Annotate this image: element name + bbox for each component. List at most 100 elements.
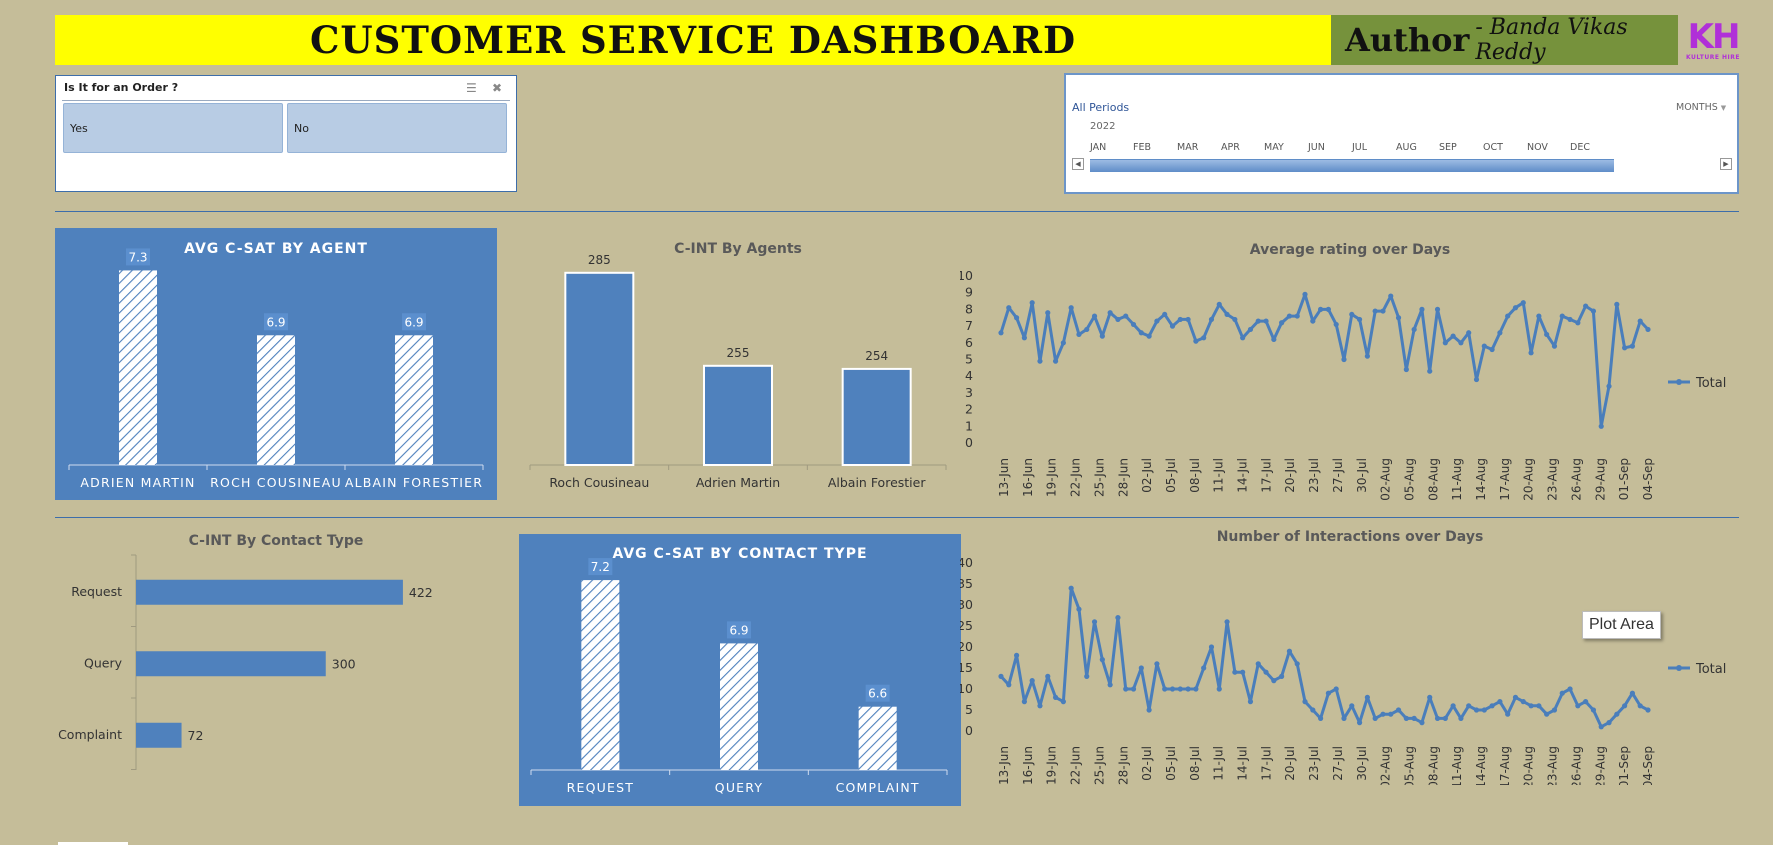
data-point xyxy=(1622,703,1628,709)
logo-mark: KH xyxy=(1687,16,1741,57)
bar xyxy=(841,367,912,466)
data-point xyxy=(1294,661,1300,667)
category-label: REQUEST xyxy=(567,780,634,795)
avg-csat-contact-chart: AVG C-SAT BY CONTACT TYPE 7.2 REQUEST 6.9 Q… xyxy=(519,534,961,806)
bar xyxy=(395,335,433,465)
y-tick-label: 1 xyxy=(965,418,973,433)
timeline-month[interactable]: JUL xyxy=(1352,142,1367,153)
data-label: 6.6 xyxy=(868,687,887,701)
cint-agents-chart: C-INT By Agents 285 Roch Cousineau 255 Adri… xyxy=(529,241,947,490)
data-point xyxy=(1247,326,1254,333)
data-label: 72 xyxy=(188,728,204,743)
legend-marker xyxy=(1676,379,1682,385)
data-point xyxy=(1138,665,1144,671)
y-tick-label: 20 xyxy=(960,639,973,654)
data-point xyxy=(1045,310,1051,316)
timeline-month[interactable]: OCT xyxy=(1483,142,1503,153)
timeline-selection-bar[interactable] xyxy=(1090,159,1614,172)
category-label: COMPLAINT xyxy=(836,780,920,795)
legend-marker xyxy=(1676,665,1682,671)
data-point xyxy=(1333,686,1339,692)
data-point xyxy=(1099,657,1105,663)
x-tick-label: 20-Aug xyxy=(1522,458,1536,501)
timeline-month[interactable]: JUN xyxy=(1308,142,1325,153)
data-point xyxy=(1590,707,1597,713)
clear-filter-icon[interactable]: ✖ xyxy=(492,81,502,95)
author-banner: Author - Banda Vikas Reddy xyxy=(1331,15,1678,65)
x-tick-label: 16-Jun xyxy=(1021,746,1035,785)
data-point xyxy=(1372,308,1378,314)
order-slicer: Is It for an Order ? ☰ ✖ Yes No xyxy=(55,75,517,192)
data-point xyxy=(1622,345,1628,351)
data-point xyxy=(1333,321,1339,328)
data-point xyxy=(1606,720,1612,726)
chart-title: AVG C-SAT BY CONTACT TYPE xyxy=(612,546,867,562)
data-point xyxy=(1123,686,1129,692)
category-label: Albain Forestier xyxy=(828,475,927,490)
data-point xyxy=(1310,707,1316,713)
timeline-month[interactable]: MAR xyxy=(1177,142,1198,153)
x-tick-label: 05-Aug xyxy=(1402,746,1416,785)
data-label: 285 xyxy=(588,253,611,267)
timeline-month[interactable]: DEC xyxy=(1570,142,1590,153)
timeline-month[interactable]: MAY xyxy=(1264,142,1284,153)
multi-select-icon[interactable]: ☰ xyxy=(466,81,477,95)
data-point xyxy=(1481,343,1487,349)
timeline-level-select[interactable]: MONTHS ▼ xyxy=(1676,102,1726,113)
x-tick-label: 02-Jul xyxy=(1140,458,1154,493)
data-point xyxy=(1544,711,1550,717)
y-tick-label: 5 xyxy=(965,702,973,717)
timeline-month[interactable]: JAN xyxy=(1090,142,1106,153)
category-label: QUERY xyxy=(715,780,763,795)
x-tick-label: 01-Sep xyxy=(1617,458,1631,500)
data-point xyxy=(1349,703,1355,709)
slicer-option-no[interactable]: No xyxy=(287,103,507,153)
data-point xyxy=(1489,346,1495,353)
data-point xyxy=(1341,715,1347,721)
y-tick-label: 7 xyxy=(965,318,973,333)
x-tick-label: 11-Jul xyxy=(1212,458,1226,493)
divider-top xyxy=(55,211,1739,212)
x-tick-label: 23-Jul xyxy=(1307,746,1321,781)
legend-label: Total xyxy=(1695,376,1726,391)
timeline-month[interactable]: APR xyxy=(1221,142,1240,153)
timeline-month[interactable]: SEP xyxy=(1439,142,1457,153)
data-point xyxy=(1380,308,1386,314)
x-tick-label: 11-Aug xyxy=(1450,746,1464,785)
logo-text: KULTURE HIRE xyxy=(1686,53,1740,61)
data-point xyxy=(1076,331,1082,338)
data-point xyxy=(1076,606,1082,612)
data-point xyxy=(1598,423,1604,429)
x-tick-label: 02-Aug xyxy=(1379,458,1393,501)
chevron-down-icon: ▼ xyxy=(1720,104,1727,112)
data-point xyxy=(1325,306,1331,312)
timeline-month[interactable]: FEB xyxy=(1133,142,1151,153)
data-point xyxy=(1318,306,1324,312)
data-point xyxy=(998,330,1004,336)
data-point xyxy=(1645,707,1651,713)
data-point xyxy=(1286,648,1293,654)
data-point xyxy=(1006,682,1012,688)
timeline-month[interactable]: AUG xyxy=(1396,142,1417,153)
data-point xyxy=(1466,330,1472,336)
data-point xyxy=(1559,313,1565,319)
scroll-right-icon[interactable]: ▶ xyxy=(1720,158,1732,170)
x-tick-label: 14-Aug xyxy=(1474,458,1488,501)
y-tick-label: 9 xyxy=(965,285,973,300)
x-tick-label: 08-Aug xyxy=(1426,458,1440,501)
category-label: Query xyxy=(84,655,123,670)
data-point xyxy=(1107,682,1113,688)
timeline-month[interactable]: NOV xyxy=(1527,142,1548,153)
scroll-left-icon[interactable]: ◀ xyxy=(1072,158,1084,170)
data-point xyxy=(1107,310,1113,316)
slicer-option-yes[interactable]: Yes xyxy=(63,103,283,153)
data-point xyxy=(1411,326,1417,333)
data-point xyxy=(1520,699,1526,705)
data-point xyxy=(1138,330,1144,336)
data-point xyxy=(1481,707,1487,713)
data-point xyxy=(1411,715,1417,721)
data-point xyxy=(1247,699,1254,705)
data-point xyxy=(1559,690,1565,696)
series-line-total xyxy=(999,292,1650,428)
x-tick-label: 19-Jun xyxy=(1045,746,1059,785)
